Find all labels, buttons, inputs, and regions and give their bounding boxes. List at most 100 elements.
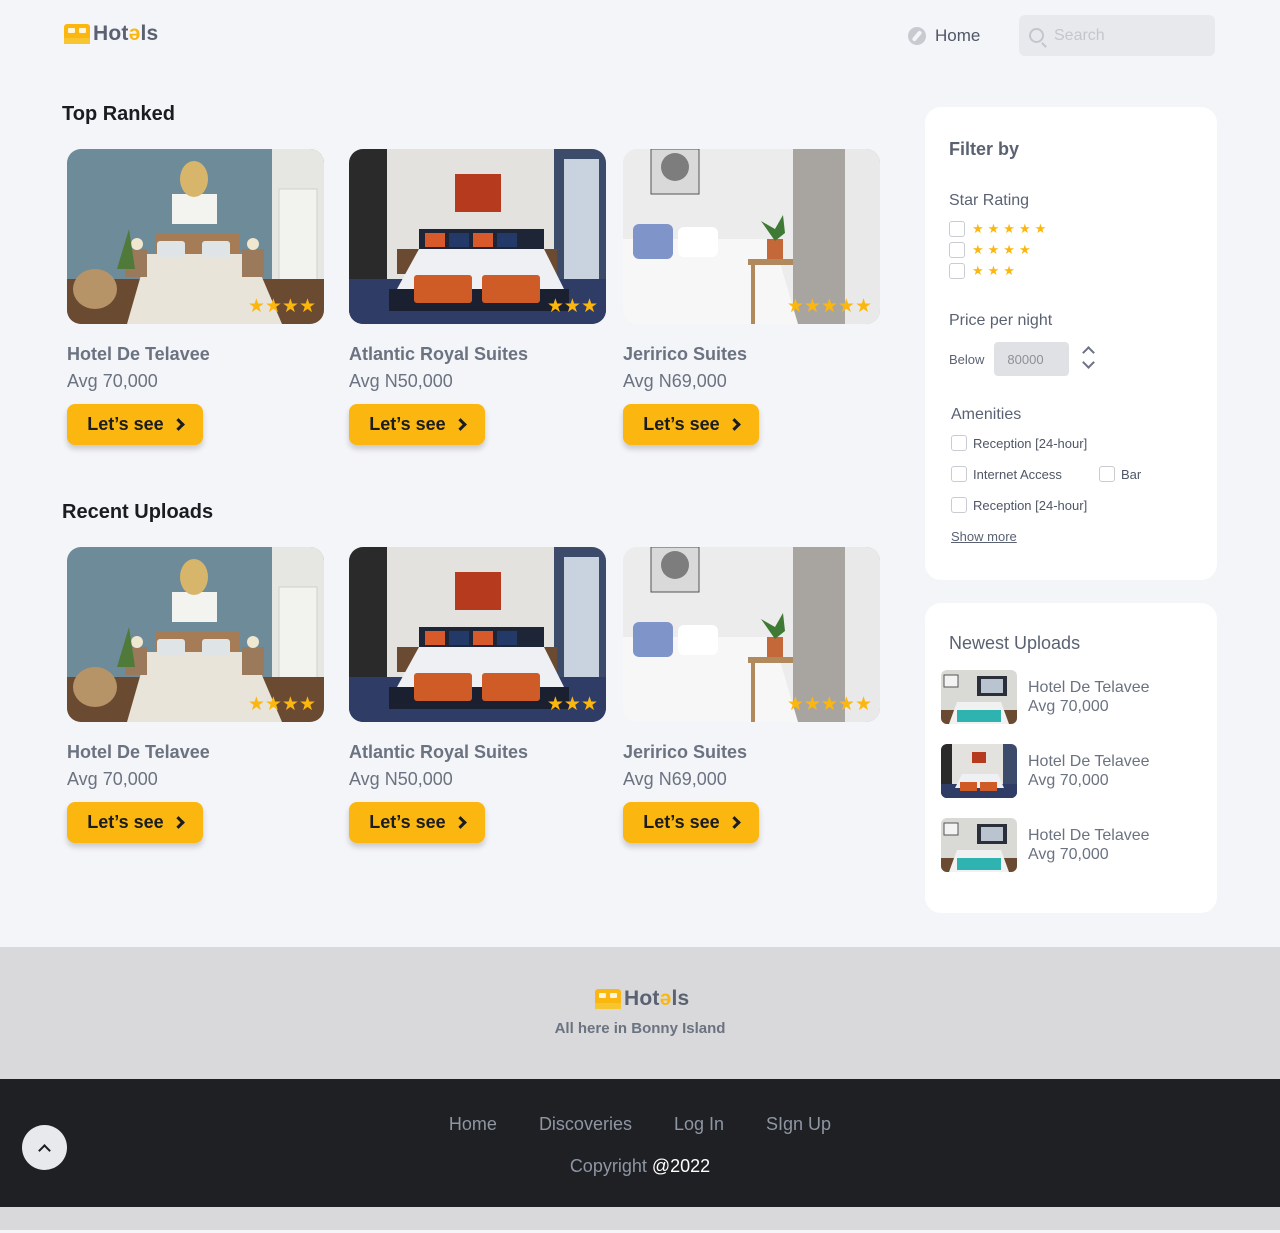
nav-home-label: Home: [935, 26, 981, 45]
section-title-top-ranked: Top Ranked: [62, 103, 175, 125]
star-filter-4[interactable]: ★★★★: [949, 242, 1035, 258]
amenity-option[interactable]: Bar: [1099, 466, 1141, 482]
lets-see-label: Let’s see: [87, 812, 164, 832]
hotel-price: Avg 70,000: [67, 769, 158, 789]
chevron-right-icon: [453, 816, 467, 829]
star-icons: ★★★: [972, 263, 1019, 278]
hotel-photo[interactable]: ★★★: [349, 149, 606, 324]
amenity-checkbox[interactable]: [1099, 466, 1115, 482]
amenity-label: Internet Access: [973, 466, 1062, 482]
hotel-card: ★★★ Atlantic Royal Suites Avg N50,000 Le…: [349, 149, 606, 445]
hotel-card: ★★★★ Hotel De Telavee Avg 70,000 Let’s s…: [67, 547, 324, 843]
lets-see-label: Let’s see: [369, 812, 446, 832]
logo-wordmark: Hotəls: [93, 22, 159, 45]
price-stepper[interactable]: [1081, 344, 1097, 374]
amenity-option[interactable]: Reception [24-hour]: [951, 435, 1087, 451]
newest-item-price: Avg 70,000: [1028, 846, 1109, 863]
hotel-photo[interactable]: ★★★★: [67, 149, 324, 324]
star-4-checkbox[interactable]: [949, 242, 965, 258]
scroll-to-top-button[interactable]: [22, 1125, 67, 1170]
chevron-up-icon: [38, 1143, 51, 1157]
filter-title: Filter by: [949, 139, 1020, 159]
footer-links: Home Discoveries Log In SIgn Up: [0, 1114, 1280, 1135]
lets-see-button[interactable]: Let’s see: [349, 404, 485, 445]
newest-item[interactable]: Hotel De Telavee Avg 70,000: [941, 744, 1150, 798]
rating-stars: ★★★★★: [786, 296, 872, 317]
show-more-link[interactable]: Show more: [951, 529, 1017, 544]
star-filter-3[interactable]: ★★★: [949, 263, 1019, 279]
hotel-name: Atlantic Royal Suites: [349, 742, 529, 762]
search-icon: [1029, 28, 1044, 43]
newest-thumb: [941, 818, 1017, 872]
footer-logo[interactable]: Hotəls: [595, 987, 689, 1011]
chevron-right-icon: [171, 816, 185, 829]
footer-link-home[interactable]: Home: [449, 1114, 497, 1135]
chevron-down-icon[interactable]: [1082, 356, 1096, 369]
newest-item-price: Avg 70,000: [1028, 698, 1109, 715]
amenity-option[interactable]: Reception [24-hour]: [951, 497, 1087, 513]
chevron-right-icon: [171, 418, 185, 431]
newest-thumb: [941, 744, 1017, 798]
rating-stars: ★★★★: [247, 296, 316, 317]
footer-link-signup[interactable]: SIgn Up: [766, 1114, 831, 1135]
amenity-label: Bar: [1121, 466, 1142, 482]
chevron-right-icon: [727, 816, 741, 829]
bed-icon: [595, 989, 621, 1009]
lets-see-button[interactable]: Let’s see: [623, 404, 759, 445]
hotel-price: Avg N50,000: [349, 371, 453, 391]
star-filter-5[interactable]: ★★★★★: [949, 221, 1050, 237]
star-rating-label: Star Rating: [949, 192, 1030, 209]
hotel-name: Atlantic Royal Suites: [349, 344, 529, 364]
amenities-label: Amenities: [951, 406, 1022, 423]
search-box[interactable]: [1019, 15, 1215, 56]
rating-stars: ★★★: [546, 694, 598, 715]
hotel-card: ★★★★ Hotel De Telavee Avg 70,000 Let’s s…: [67, 149, 324, 445]
footer-link-login[interactable]: Log In: [674, 1114, 724, 1135]
amenity-checkbox[interactable]: [951, 466, 967, 482]
chevron-right-icon: [453, 418, 467, 431]
star-icons: ★★★★★: [972, 221, 1051, 236]
price-input[interactable]: 80000: [994, 342, 1070, 376]
hotel-name: Hotel De Telavee: [67, 742, 210, 762]
search-input[interactable]: [1054, 26, 1194, 45]
lets-see-label: Let’s see: [643, 812, 720, 832]
footer-tagline: All here in Bonny Island: [554, 1020, 726, 1037]
newest-item-name: Hotel De Telavee: [1028, 679, 1150, 696]
lets-see-button[interactable]: Let’s see: [349, 802, 485, 843]
hotel-price: Avg N69,000: [623, 769, 727, 789]
logo-wordmark: Hotəls: [624, 987, 690, 1010]
filter-panel: Filter by Star Rating ★★★★★ ★★★★ ★★★ Pri…: [925, 107, 1217, 580]
hotel-photo[interactable]: ★★★: [349, 547, 606, 722]
hotel-photo[interactable]: ★★★★★: [623, 149, 880, 324]
amenity-option[interactable]: Internet Access: [951, 466, 1062, 482]
newest-thumb: [941, 670, 1017, 724]
hotel-name: Hotel De Telavee: [67, 344, 210, 364]
lets-see-button[interactable]: Let’s see: [67, 802, 203, 843]
footer-bottom-bar: [0, 1207, 1280, 1230]
amenity-checkbox[interactable]: [951, 497, 967, 513]
hotel-price: Avg N69,000: [623, 371, 727, 391]
footer-link-discoveries[interactable]: Discoveries: [539, 1114, 632, 1135]
hotel-card: ★★★★★ Jeririco Suites Avg N69,000 Let’s …: [623, 547, 880, 843]
price-filter: Below 80000: [949, 342, 1097, 376]
newest-item[interactable]: Hotel De Telavee Avg 70,000: [941, 818, 1150, 872]
amenity-label: Reception [24-hour]: [973, 497, 1088, 513]
lets-see-button[interactable]: Let’s see: [67, 404, 203, 445]
site-logo[interactable]: Hotəls: [64, 22, 158, 46]
footer-nav-section: [0, 1079, 1280, 1207]
nav-home-link[interactable]: Home: [908, 26, 980, 46]
rating-stars: ★★★: [546, 296, 598, 317]
hotel-photo[interactable]: ★★★★: [67, 547, 324, 722]
footer-brand-section: [0, 947, 1280, 1079]
amenity-checkbox[interactable]: [951, 435, 967, 451]
lets-see-label: Let’s see: [369, 414, 446, 434]
star-3-checkbox[interactable]: [949, 263, 965, 279]
newest-uploads-panel: Newest Uploads Hotel De Telavee Avg 70,0…: [925, 603, 1217, 913]
hotel-card: ★★★ Atlantic Royal Suites Avg N50,000 Le…: [349, 547, 606, 843]
hotel-photo[interactable]: ★★★★★: [623, 547, 880, 722]
hotel-price: Avg 70,000: [67, 371, 158, 391]
lets-see-button[interactable]: Let’s see: [623, 802, 759, 843]
bed-icon: [64, 24, 90, 44]
newest-item[interactable]: Hotel De Telavee Avg 70,000: [941, 670, 1150, 724]
star-5-checkbox[interactable]: [949, 221, 965, 237]
